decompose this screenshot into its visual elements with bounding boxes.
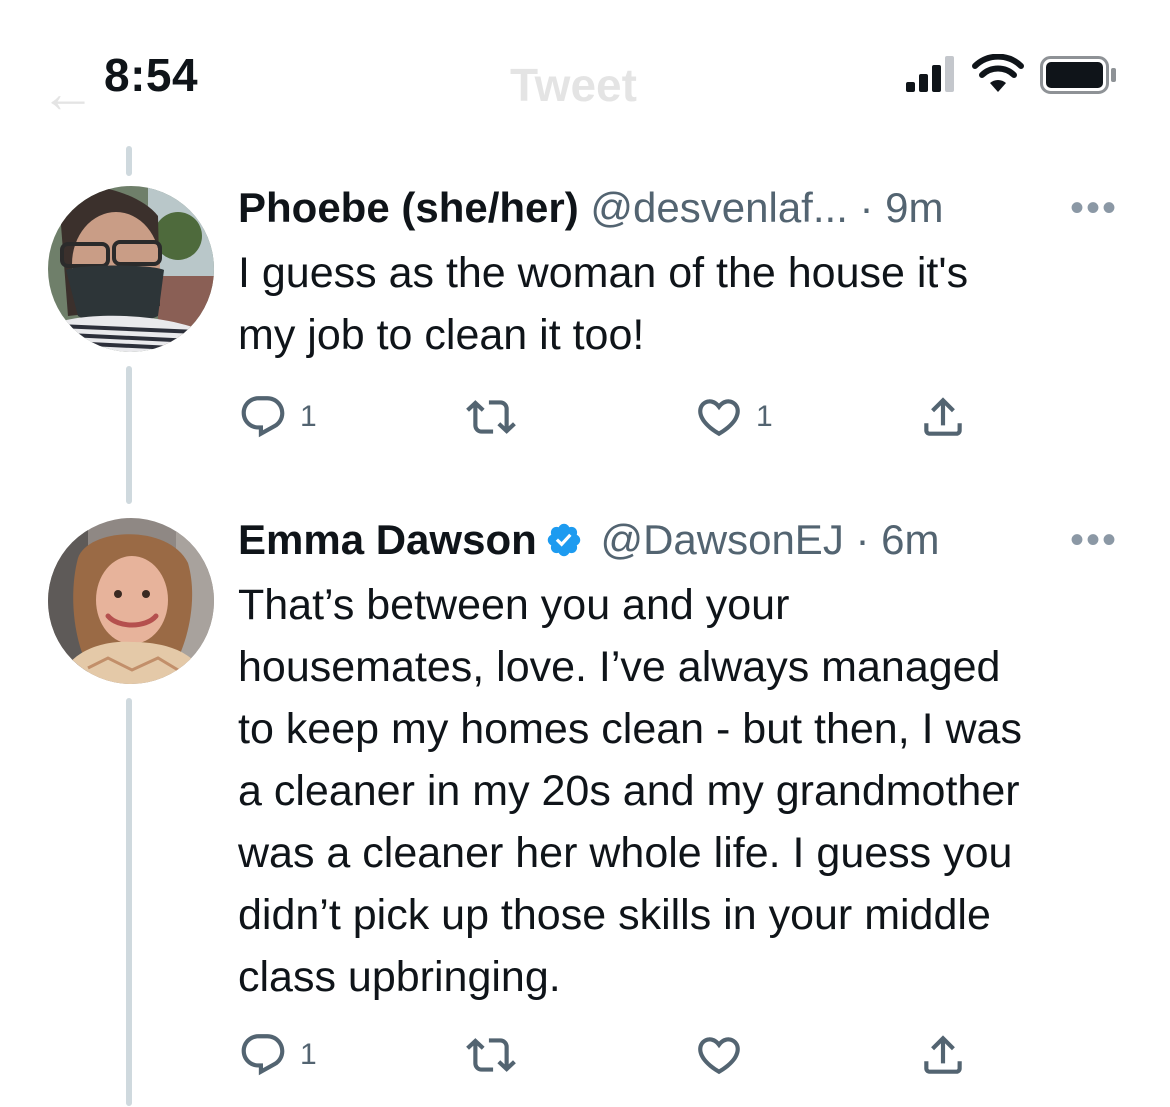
nav-title: Tweet	[510, 59, 637, 111]
display-name[interactable]: Emma Dawson	[238, 516, 537, 563]
user-handle[interactable]: @desvenlaf...	[590, 184, 847, 231]
retweet-button[interactable]	[466, 392, 516, 442]
tweet-time[interactable]: · 9m	[860, 184, 944, 231]
retweet-icon	[466, 1038, 516, 1072]
like-button[interactable]	[694, 1030, 744, 1080]
cellular-signal-icon	[906, 56, 954, 92]
retweet-icon	[466, 400, 516, 434]
tweet-text: That’s between you and your housemates, …	[238, 581, 1022, 1001]
reply-icon	[241, 396, 285, 438]
like-button[interactable]: 1	[694, 392, 773, 442]
heart-icon	[698, 1037, 740, 1075]
display-name[interactable]: Phoebe (she/her)	[238, 184, 579, 231]
more-icon[interactable]: •••	[1070, 518, 1118, 563]
avatar[interactable]	[48, 186, 214, 352]
more-icon[interactable]: •••	[1070, 186, 1118, 231]
share-icon	[924, 1035, 962, 1074]
verified-badge-icon	[547, 523, 580, 557]
status-bar: ← Tweet 8:54	[0, 0, 1170, 150]
share-button[interactable]	[918, 1030, 968, 1080]
heart-icon	[698, 399, 740, 437]
share-icon	[924, 397, 962, 436]
battery-icon	[1040, 56, 1116, 94]
tweet-time[interactable]: · 6m	[856, 516, 940, 563]
user-handle[interactable]: @DawsonEJ	[600, 516, 843, 563]
thread-connector-line	[126, 366, 132, 504]
tweet-header: Phoebe (she/her) @desvenlaf... · 9m	[238, 180, 944, 236]
thread-connector-line	[126, 146, 132, 176]
wifi-icon	[972, 54, 1024, 92]
reply-icon	[241, 1034, 285, 1076]
avatar[interactable]	[48, 518, 214, 684]
like-count: 1	[756, 400, 773, 433]
reply-button[interactable]: 1	[238, 1030, 317, 1080]
reply-button[interactable]: 1	[238, 392, 317, 442]
retweet-button[interactable]	[466, 1030, 516, 1080]
reply-count: 1	[300, 1038, 317, 1071]
back-arrow-icon[interactable]: ←	[40, 60, 96, 125]
status-clock: 8:54	[104, 49, 199, 101]
thread-connector-line	[126, 698, 132, 1106]
tweet-text: I guess as the woman of the house it's m…	[238, 249, 969, 359]
share-button[interactable]	[918, 392, 968, 442]
tweet-header: Emma Dawson @DawsonEJ · 6m	[238, 512, 940, 568]
reply-count: 1	[300, 400, 317, 433]
